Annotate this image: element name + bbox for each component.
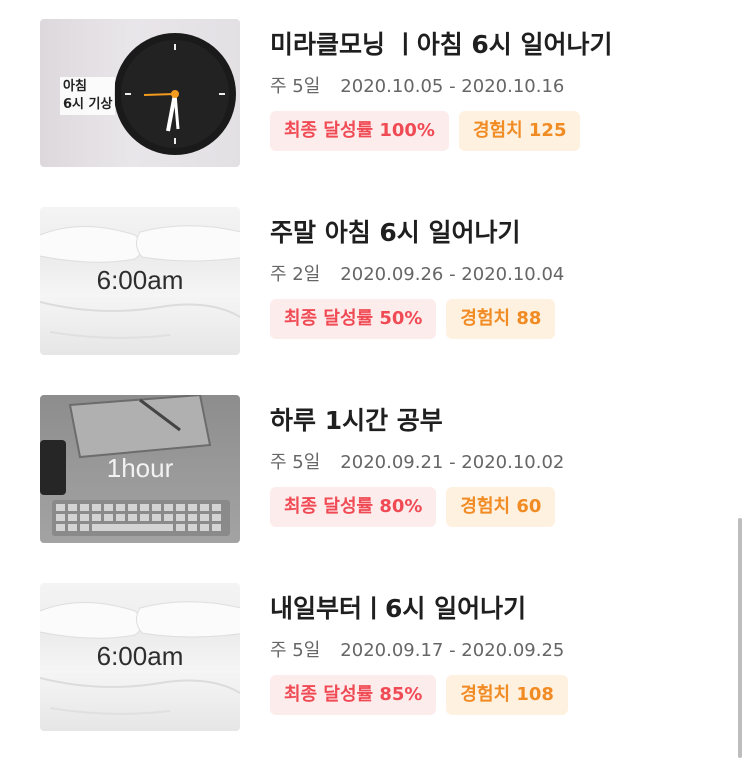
xp-badge: 경험치 88 xyxy=(446,299,556,339)
final-rate-badge: 최종 달성률 80% xyxy=(270,487,437,527)
challenge-frequency: 주 2일 xyxy=(270,264,321,285)
challenge-frequency: 주 5일 xyxy=(270,76,321,97)
challenge-thumbnail: 6:00am xyxy=(40,583,240,731)
thumbnail-caption-line: 아침 xyxy=(63,79,87,94)
challenge-frequency: 주 5일 xyxy=(270,452,321,473)
challenge-card[interactable]: 아침 6시 기상 미라클모닝 ㅣ아침 6시 일어나기 주 5일 2020.10.0… xyxy=(40,19,730,167)
challenge-meta: 주 5일 2020.10.05 - 2020.10.16 xyxy=(270,75,613,99)
challenge-info: 주말 아침 6시 일어나기 주 2일 2020.09.26 - 2020.10.0… xyxy=(270,207,564,355)
thumbnail-caption: 아침 6시 기상 xyxy=(60,77,116,115)
challenge-period: 2020.10.05 - 2020.10.16 xyxy=(340,76,565,97)
final-rate-badge: 최종 달성률 100% xyxy=(270,111,449,151)
challenge-badges: 최종 달성률 85% 경험치 108 xyxy=(270,675,568,715)
thumbnail-caption: 6:00am xyxy=(96,641,184,671)
challenge-thumbnail: 1hour xyxy=(40,395,240,543)
challenge-period: 2020.09.26 - 2020.10.04 xyxy=(340,264,565,285)
challenge-badges: 최종 달성률 80% 경험치 60 xyxy=(270,487,564,527)
xp-badge: 경험치 125 xyxy=(458,111,581,151)
challenge-period: 2020.09.21 - 2020.10.02 xyxy=(340,452,565,473)
challenge-info: 하루 1시간 공부 주 5일 2020.09.21 - 2020.10.02 최종… xyxy=(270,395,564,543)
challenge-badges: 최종 달성률 50% 경험치 88 xyxy=(270,299,564,339)
challenge-meta: 주 2일 2020.09.26 - 2020.10.04 xyxy=(270,263,564,287)
challenge-card[interactable]: 1hour 하루 1시간 공부 주 5일 2020.09.21 - 2020.10… xyxy=(40,395,730,543)
challenge-title: 하루 1시간 공부 xyxy=(270,406,443,435)
challenge-history-list: 아침 6시 기상 미라클모닝 ㅣ아침 6시 일어나기 주 5일 2020.10.0… xyxy=(40,19,730,771)
xp-badge: 경험치 108 xyxy=(446,675,568,715)
challenge-info: 미라클모닝 ㅣ아침 6시 일어나기 주 5일 2020.10.05 - 2020.… xyxy=(270,19,613,167)
challenge-info: 내일부터ㅣ6시 일어나기 주 5일 2020.09.17 - 2020.09.25… xyxy=(270,583,568,731)
challenge-badges: 최종 달성률 100% 경험치 125 xyxy=(270,111,613,151)
challenge-thumbnail: 6:00am xyxy=(40,207,240,355)
challenge-card[interactable]: 6:00am 주말 아침 6시 일어나기 주 2일 2020.09.26 - 20… xyxy=(40,207,730,355)
challenge-thumbnail: 아침 6시 기상 xyxy=(40,19,240,167)
challenge-meta: 주 5일 2020.09.17 - 2020.09.25 xyxy=(270,639,568,663)
challenge-card[interactable]: 6:00am 내일부터ㅣ6시 일어나기 주 5일 2020.09.17 - 202… xyxy=(40,583,730,731)
thumbnail-caption: 6:00am xyxy=(96,265,184,295)
challenge-title: 미라클모닝 ㅣ아침 6시 일어나기 xyxy=(270,30,613,59)
final-rate-badge: 최종 달성률 50% xyxy=(270,299,437,339)
challenge-meta: 주 5일 2020.09.21 - 2020.10.02 xyxy=(270,451,564,475)
thumbnail-caption: 1hour xyxy=(106,453,174,483)
thumbnail-caption-line: 6시 기상 xyxy=(63,97,113,112)
scrollbar[interactable] xyxy=(738,518,742,758)
xp-badge: 경험치 60 xyxy=(446,487,556,527)
challenge-frequency: 주 5일 xyxy=(270,640,321,661)
challenge-title: 내일부터ㅣ6시 일어나기 xyxy=(270,594,527,623)
challenge-period: 2020.09.17 - 2020.09.25 xyxy=(340,640,565,661)
challenge-title: 주말 아침 6시 일어나기 xyxy=(270,218,521,247)
final-rate-badge: 최종 달성률 85% xyxy=(270,675,437,715)
